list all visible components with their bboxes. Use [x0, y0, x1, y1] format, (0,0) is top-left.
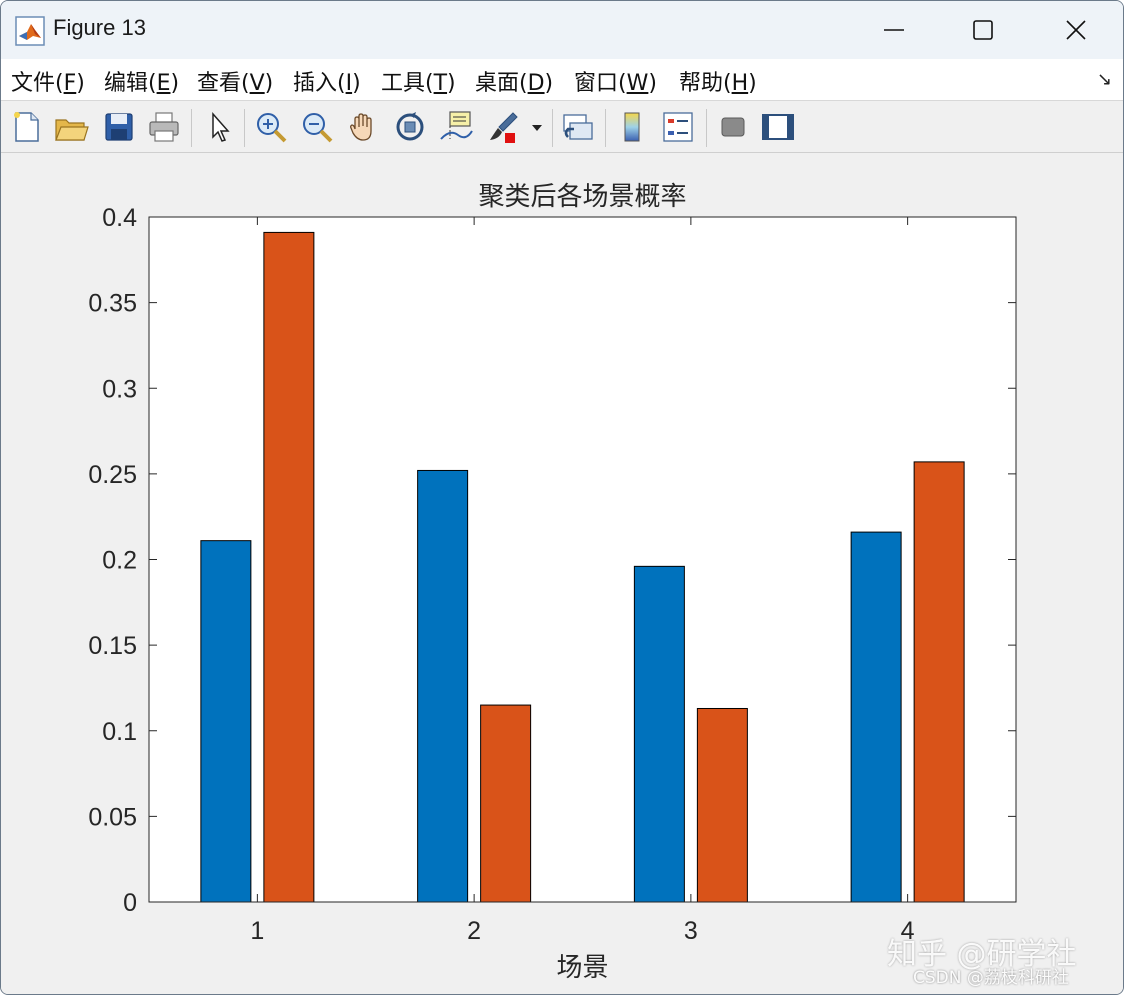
figure-toolbar: [1, 101, 1123, 153]
window-title: Figure 13: [53, 15, 146, 40]
bar-series2-cat4[interactable]: [913, 461, 965, 903]
open-file-icon[interactable]: [53, 109, 89, 145]
menu-bar: 文件(F) 编辑(E) 查看(V) 插入(I) 工具(T) 桌面(D) 窗口(W…: [1, 59, 1123, 101]
hide-plot-tools-icon[interactable]: [715, 109, 751, 145]
link-plot-icon[interactable]: [560, 109, 596, 145]
toolbar-separator: [605, 109, 606, 147]
toolbar-separator: [706, 109, 707, 147]
bar-chart[interactable]: 00.050.10.150.20.250.30.350.41 2 3 4聚类后各场景概…: [1, 154, 1123, 995]
chart-title: 聚类后各场景概率: [478, 182, 686, 212]
y-tick-label: 0.2: [102, 547, 137, 575]
menu-file[interactable]: 文件(F): [11, 65, 85, 97]
maximize-icon: [973, 20, 993, 40]
bar-series1-cat1[interactable]: [200, 540, 252, 903]
menu-insert[interactable]: 插入(I): [293, 65, 361, 97]
close-button[interactable]: [1031, 1, 1121, 59]
toolbar-separator: [191, 109, 192, 147]
y-tick-label: 0.05: [88, 803, 137, 831]
y-tick-label: 0.3: [102, 375, 137, 403]
bar-series1-cat4[interactable]: [850, 531, 902, 903]
minimize-icon: [884, 29, 904, 31]
toolbar-separator: [244, 109, 245, 147]
figure-canvas: 0 0.05 0.1 0.15 0.2 0.25 0.3 0.35 0.4 1 2 3 4 聚类后各场景概…: [1, 154, 1123, 995]
data-cursor-icon[interactable]: [438, 109, 474, 145]
save-icon[interactable]: [101, 109, 137, 145]
figure-window: Figure 13 文件(F) 编辑(E) 查看(V) 插入(I) 工具(T) …: [0, 0, 1124, 995]
chevron-down-icon[interactable]: [529, 109, 545, 145]
zoom-out-icon[interactable]: [299, 109, 335, 145]
dock-arrow-icon[interactable]: ↘: [1097, 69, 1112, 90]
bar-series2-cat1[interactable]: [263, 231, 315, 903]
menu-help[interactable]: 帮助(H): [679, 65, 757, 97]
close-icon: [1066, 20, 1086, 40]
y-tick-label: 0.1: [102, 718, 137, 746]
y-tick-label: 0.4: [102, 204, 137, 232]
x-axis-label: 场景: [556, 953, 608, 983]
menu-window[interactable]: 窗口(W): [574, 65, 657, 97]
y-tick-label: 0: [123, 889, 137, 917]
x-tick-label: 2: [467, 917, 481, 945]
menu-view[interactable]: 查看(V): [197, 65, 273, 97]
menu-tools[interactable]: 工具(T): [381, 65, 456, 97]
y-tick-label: 0.25: [88, 461, 137, 489]
x-tick-label: 3: [684, 917, 698, 945]
y-tick-label: 0.15: [88, 632, 137, 660]
x-tick-label: 1: [250, 917, 264, 945]
toolbar-separator: [552, 109, 553, 147]
watermark-csdn: CSDN @荔枝科研社: [913, 968, 1069, 988]
pointer-icon[interactable]: [201, 109, 237, 145]
pan-icon[interactable]: [346, 109, 382, 145]
rotate-3d-icon[interactable]: [392, 109, 428, 145]
colorbar-icon[interactable]: [615, 109, 651, 145]
y-tick-label: 0.35: [88, 290, 137, 318]
show-plot-tools-icon[interactable]: [760, 109, 796, 145]
print-icon[interactable]: [146, 109, 182, 145]
legend-icon[interactable]: [660, 109, 696, 145]
title-bar: Figure 13: [1, 1, 1123, 59]
bar-series1-cat2[interactable]: [417, 469, 469, 903]
menu-edit[interactable]: 编辑(E): [104, 65, 179, 97]
new-figure-icon[interactable]: [9, 109, 45, 145]
zoom-in-icon[interactable]: [253, 109, 289, 145]
bar-series2-cat3[interactable]: [696, 707, 748, 903]
bar-series1-cat3[interactable]: [633, 565, 685, 903]
maximize-button[interactable]: [938, 1, 1028, 59]
menu-desktop[interactable]: 桌面(D): [475, 65, 553, 97]
matlab-logo-icon: [15, 16, 45, 46]
bar-series2-cat2[interactable]: [480, 704, 532, 903]
minimize-button[interactable]: [849, 1, 939, 59]
brush-icon[interactable]: [485, 109, 521, 145]
